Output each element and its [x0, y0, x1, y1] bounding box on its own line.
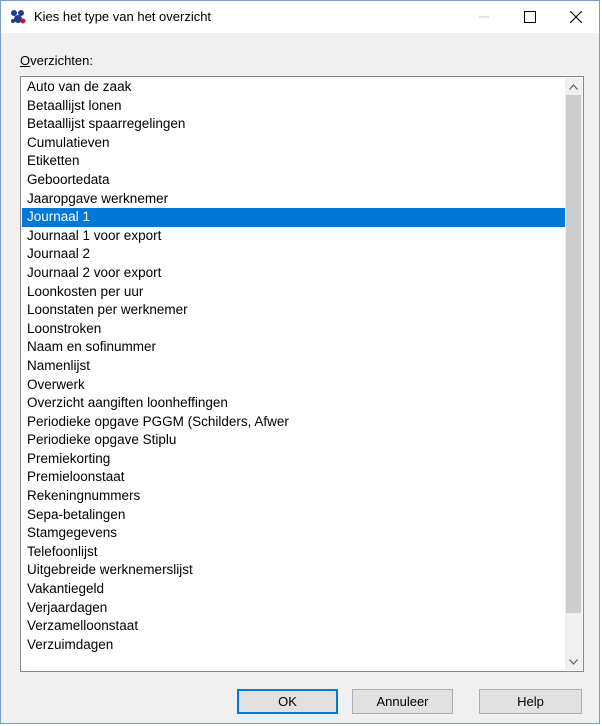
window-title: Kies het type van het overzicht — [34, 9, 212, 24]
list-item[interactable]: Verzamelloonstaat — [22, 617, 565, 636]
list-item[interactable]: Rekeningnummers — [22, 487, 565, 506]
chevron-up-icon — [569, 83, 578, 90]
dialog-window: Kies het type van het overzicht Overzich… — [0, 0, 600, 724]
list-item[interactable]: Journaal 1 voor export — [22, 227, 565, 246]
minimize-button[interactable] — [461, 1, 507, 33]
close-button[interactable] — [553, 1, 599, 33]
title-bar[interactable]: Kies het type van het overzicht — [1, 1, 599, 33]
list-item[interactable]: Verzuimdagen — [22, 636, 565, 655]
chevron-down-icon — [569, 658, 578, 665]
list-item[interactable]: Betaallijst lonen — [22, 97, 565, 116]
list-item[interactable]: Loonkosten per uur — [22, 283, 565, 302]
list-item[interactable]: Naam en sofinummer — [22, 338, 565, 357]
report-type-listbox[interactable]: Auto van de zaak Betaallijst lonen Betaall… — [20, 76, 584, 672]
list-item[interactable]: Namenlijst — [22, 357, 565, 376]
report-type-list[interactable]: Auto van de zaak Betaallijst lonen Betaall… — [22, 78, 565, 670]
list-item[interactable]: Periodieke opgave Stiplu — [22, 431, 565, 450]
close-icon — [570, 11, 582, 23]
list-item[interactable]: Premiekorting — [22, 450, 565, 469]
list-item[interactable]: Premieloonstaat — [22, 468, 565, 487]
list-item[interactable]: Telefoonlijst — [22, 543, 565, 562]
list-item[interactable]: Journaal 2 — [22, 245, 565, 264]
vertical-scrollbar[interactable] — [565, 78, 582, 670]
ok-button[interactable]: OK — [237, 689, 338, 714]
list-item[interactable]: Journaal 1 — [22, 208, 565, 227]
scroll-thumb[interactable] — [566, 95, 581, 613]
list-item[interactable]: Loonstaten per werknemer — [22, 301, 565, 320]
list-label: Overzichten: — [20, 53, 93, 68]
help-button[interactable]: Help — [479, 689, 582, 714]
list-item[interactable]: Overzicht aangiften loonheffingen — [22, 394, 565, 413]
list-item[interactable]: Vakantiegeld — [22, 580, 565, 599]
list-item[interactable]: Auto van de zaak — [22, 78, 565, 97]
list-item[interactable]: Overwerk — [22, 376, 565, 395]
list-item[interactable]: Betaallijst spaarregelingen — [22, 115, 565, 134]
list-label-accesskey: O — [20, 53, 31, 68]
list-item[interactable]: Loonstroken — [22, 320, 565, 339]
list-item[interactable]: Periodieke opgave PGGM (Schilders, Afwer — [22, 413, 565, 432]
list-item[interactable]: Cumulatieven — [22, 134, 565, 153]
cancel-button[interactable]: Annuleer — [352, 689, 453, 714]
list-item[interactable]: Etiketten — [22, 152, 565, 171]
list-item[interactable]: Geboortedata — [22, 171, 565, 190]
list-item[interactable]: Journaal 2 voor export — [22, 264, 565, 283]
list-item[interactable]: Verjaardagen — [22, 599, 565, 618]
list-label-text: verzichten: — [30, 53, 93, 68]
list-item[interactable]: Stamgegevens — [22, 524, 565, 543]
list-item[interactable]: Sepa-betalingen — [22, 506, 565, 525]
app-logo-icon — [10, 9, 26, 25]
scroll-down-button[interactable] — [565, 653, 582, 670]
scroll-up-button[interactable] — [565, 78, 582, 95]
list-item[interactable]: Uitgebreide werknemerslijst — [22, 561, 565, 580]
maximize-button[interactable] — [507, 1, 553, 33]
list-item[interactable]: Jaaropgave werknemer — [22, 190, 565, 209]
